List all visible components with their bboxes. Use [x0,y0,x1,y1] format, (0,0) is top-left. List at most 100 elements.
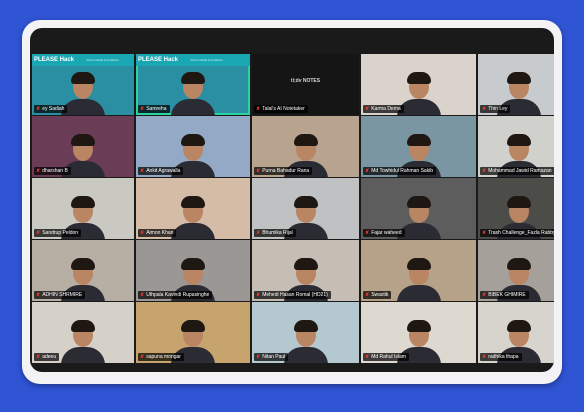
participant-tile[interactable]: ✘ Thin Ley [478,54,554,115]
participant-name-tag: ✘ Swastik [363,291,392,299]
participant-name: Purna Bahadur Rana [262,168,310,174]
participant-video [283,320,328,363]
participant-name: adeeu [42,354,57,360]
participant-name-tag: ✘ Aimon Khan [138,229,177,237]
participant-tile[interactable]: ✘ Sandrup Peldon [32,178,134,239]
participant-name: Uthpala Kavindi Rupasinghe [146,292,210,298]
mic-muted-icon: ✘ [36,167,41,174]
participant-tile[interactable]: ✘ ADHIN SHRMIRE [32,240,134,301]
mic-muted-icon: ✘ [36,353,41,360]
participant-video [396,258,441,301]
participant-tile[interactable]: ✘ Swastik [361,240,476,301]
participant-name: sapuna mongar [146,354,181,360]
mic-muted-icon: ✘ [482,353,487,360]
participant-name: ADHIN SHRMIRE [42,292,83,298]
participant-name-tag: ✘ radhika thapa [480,353,522,361]
mic-muted-icon: ✘ [365,229,370,236]
participant-name-tag: ✘ Trash Challenge_Fazla Rabby [480,229,554,237]
participant-name: Md Rahul Islam [371,354,406,360]
participant-name: Swastik [371,292,389,298]
participant-video [61,320,105,363]
participant-name-tag: ✘ ADHIN SHRMIRE [34,291,86,299]
mic-muted-icon: ✘ [256,167,261,174]
mic-muted-icon: ✘ [365,353,370,360]
mic-muted-icon: ✘ [140,229,145,236]
mic-muted-icon: ✘ [482,167,487,174]
participant-name: ey Sadiah [42,106,65,112]
participant-tile[interactable]: ✘ adeeu [32,302,134,363]
participant-tile[interactable]: ✘ Purna Bahadur Rana [252,116,359,177]
event-banner-subtitle: Youth Global Foundation [86,58,119,62]
participant-name: Trash Challenge_Fazla Rabby [488,230,554,236]
participant-name: Sandrup Peldon [42,230,79,236]
participant-tile[interactable]: ✘ Uthpala Kavindi Rupasinghe [136,240,250,301]
participant-name-tag: ✘ Samreha [138,105,170,113]
participant-name-tag: ✘ Md Rahul Islam [363,353,409,361]
participant-name-tag: ✘ Mehedi Hasan Romal (HD21) [254,291,331,299]
participant-name-tag: ✘ adeeu [34,353,60,361]
participant-tile[interactable]: ✘ Nitan Paul [252,302,359,363]
mic-muted-icon: ✘ [482,105,487,112]
participant-gallery: PLEASE Hack Youth Global Foundation ✘ ey Sa… [32,54,554,368]
participant-tile[interactable]: ✘ Mehedi Hasan Romal (HD21) [252,240,359,301]
mic-muted-icon: ✘ [482,229,487,236]
participant-tile[interactable]: ✘ radhika thapa [478,302,554,363]
participant-name: radhika thapa [488,354,519,360]
participant-tile[interactable]: ✘ Mohammad Jawid Ramazan [478,116,554,177]
event-banner-title: PLEASE Hack [34,57,75,63]
participant-name: Talal's AI Notetaker [262,106,305,112]
participant-name: Fajar waheed [371,230,402,236]
mic-muted-icon: ✘ [36,291,41,298]
participant-video [171,196,215,239]
participant-tile[interactable]: tl;dv NOTES ✘ Talal's AI Notetaker [252,54,359,115]
mic-muted-icon: ✘ [140,353,145,360]
participant-video [61,72,105,115]
participant-name: Md Towhidul Rahman Sakib [371,168,434,174]
participant-name-tag: ✘ Fajar waheed [363,229,405,237]
participant-name: Aimon Khan [146,230,174,236]
participant-tile[interactable]: ✘ Trash Challenge_Fazla Rabby [478,178,554,239]
mic-muted-icon: ✘ [36,229,41,236]
mic-muted-icon: ✘ [256,291,261,298]
event-banner-subtitle: Youth Global Foundation [190,58,223,62]
participant-name-tag: ✘ Talal's AI Notetaker [254,105,308,113]
participant-video [171,72,215,115]
participant-name: Karma Dema [371,106,401,112]
video-call-screen: PLEASE Hack Youth Global Foundation ✘ ey Sa… [30,28,554,372]
participant-tile[interactable]: ✘ dharshan B [32,116,134,177]
mic-muted-icon: ✘ [256,229,261,236]
event-banner-title: PLEASE Hack [138,57,179,63]
participant-name-tag: ✘ dharshan B [34,167,71,175]
participant-name: Bhumika Rijal [262,230,293,236]
participant-name: BIBEK GHIMIRE [488,292,526,298]
participant-tile[interactable]: ✘ Karma Dema [361,54,476,115]
participant-tile[interactable]: ✘ BIBEK GHIMIRE [478,240,554,301]
mic-muted-icon: ✘ [36,105,41,112]
participant-name: dharshan B [42,168,68,174]
participant-name: Ankit Agrawalla [146,168,181,174]
participant-name: Samreha [146,106,167,112]
participant-tile[interactable]: PLEASE Hack Youth Global Foundation ✘ Samre… [136,54,250,115]
mic-muted-icon: ✘ [256,105,261,112]
participant-tile[interactable]: ✘ Md Towhidul Rahman Sakib [361,116,476,177]
mic-muted-icon: ✘ [365,105,370,112]
participant-name-tag: ✘ Purna Bahadur Rana [254,167,313,175]
participant-name-tag: ✘ Bhumika Rijal [254,229,296,237]
participant-tile[interactable]: ✘ Bhumika Rijal [252,178,359,239]
mic-muted-icon: ✘ [140,291,145,298]
participant-tile[interactable]: PLEASE Hack Youth Global Foundation ✘ ey Sa… [32,54,134,115]
participant-tile[interactable]: ✘ Fajar waheed [361,178,476,239]
participant-name-tag: ✘ Mohammad Jawid Ramazan [480,167,554,175]
participant-tile[interactable]: ✘ Ankit Agrawalla [136,116,250,177]
mic-muted-icon: ✘ [256,353,261,360]
participant-tile[interactable]: ✘ Aimon Khan [136,178,250,239]
participant-name-tag: ✘ Md Towhidul Rahman Sakib [363,167,437,175]
participant-name-tag: ✘ sapuna mongar [138,353,184,361]
participant-name: Mohammad Jawid Ramazan [488,168,552,174]
mic-muted-icon: ✘ [140,167,145,174]
participant-tile[interactable]: ✘ sapuna mongar [136,302,250,363]
participant-tile[interactable]: ✘ Md Rahul Islam [361,302,476,363]
participant-name-tag: ✘ Uthpala Kavindi Rupasinghe [138,291,213,299]
participant-name: Nitan Paul [262,354,286,360]
mic-muted-icon: ✘ [140,105,145,112]
